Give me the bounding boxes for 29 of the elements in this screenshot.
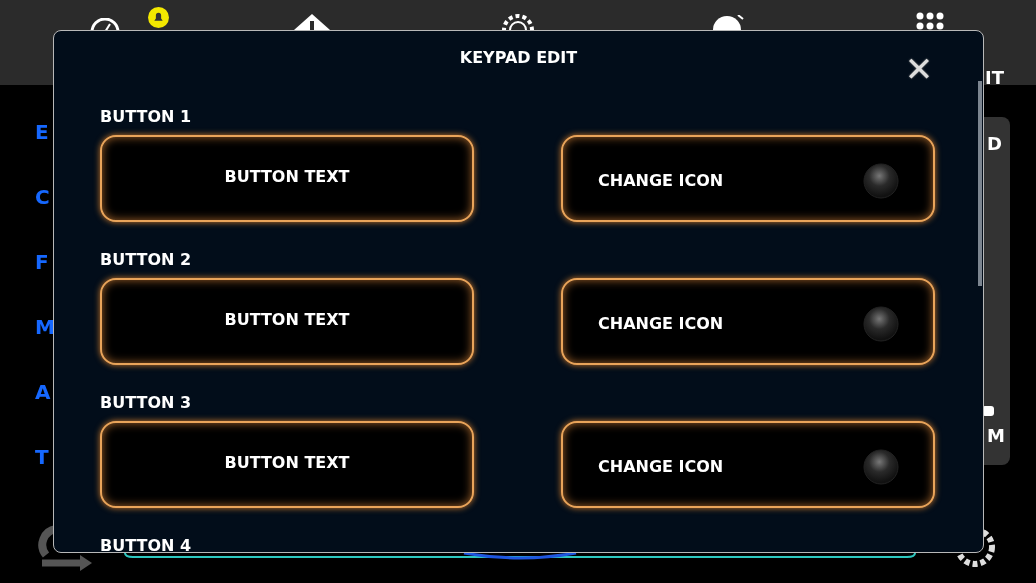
menu-item[interactable]: F <box>35 248 55 313</box>
speedometer-icon[interactable] <box>90 18 120 32</box>
button-label: BUTTON 4 <box>100 536 192 552</box>
close-button[interactable]: ✕ <box>901 51 937 87</box>
button-label: BUTTON 1 <box>100 107 192 127</box>
menu-item[interactable]: C <box>35 183 55 248</box>
keypad-icon[interactable] <box>915 12 945 30</box>
panel-text: M <box>987 424 1005 448</box>
button-text-field[interactable]: BUTTON TEXT <box>100 421 474 508</box>
menu-item[interactable]: T <box>35 443 55 508</box>
change-icon-button[interactable]: CHANGE ICON <box>561 135 935 222</box>
dialog-title: KEYPAD EDIT <box>459 47 578 69</box>
menu-item[interactable]: A <box>35 378 55 443</box>
bell-icon[interactable] <box>148 7 169 28</box>
button-text-field[interactable]: BUTTON TEXT <box>100 135 474 222</box>
orb-icon <box>863 448 899 485</box>
button-text-field[interactable]: BUTTON TEXT <box>100 278 474 365</box>
change-icon-button[interactable]: CHANGE ICON <box>561 278 935 365</box>
change-icon-button[interactable]: CHANGE ICON <box>561 421 935 508</box>
header-text: IT <box>985 66 1004 90</box>
menu-item[interactable]: M <box>35 313 55 378</box>
menu-item[interactable]: E <box>35 118 55 183</box>
orb-icon <box>863 162 899 199</box>
button-label: BUTTON 2 <box>100 250 192 270</box>
panel-text: D <box>987 132 1002 156</box>
scrollbar-thumb[interactable] <box>978 81 982 286</box>
gear-icon[interactable] <box>500 12 536 30</box>
orb-icon <box>863 305 899 342</box>
button-label: BUTTON 3 <box>100 393 192 413</box>
